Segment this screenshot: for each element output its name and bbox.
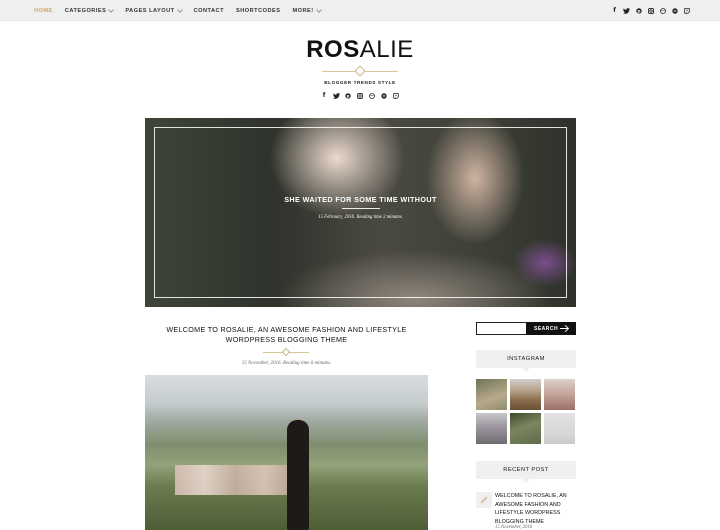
nav-item-label: PAGES LAYOUT	[125, 7, 175, 14]
dribbble-icon[interactable]	[369, 92, 376, 99]
nav-item-shortcodes[interactable]: SHORTCODES	[236, 8, 280, 14]
top-navigation-bar: HOME CATEGORIES PAGES LAYOUT CONTACT SHO…	[0, 0, 720, 21]
nav-item-label: HOME	[34, 7, 53, 14]
instagram-photo[interactable]	[510, 413, 541, 444]
top-social-links: f p	[606, 0, 690, 21]
recent-post-widget-title: RECENT POST	[476, 461, 576, 483]
twitter-icon[interactable]	[623, 7, 630, 14]
nav-item-pages-layout[interactable]: PAGES LAYOUT	[125, 6, 183, 14]
instagram-widget-title: INSTAGRAM	[476, 350, 576, 372]
instagram-icon[interactable]	[357, 92, 364, 99]
recent-post-title[interactable]: WELCOME TO ROSALIE, AN AWESOME FASHION A…	[495, 492, 577, 526]
pencil-icon	[476, 492, 492, 508]
widget-title-label: RECENT POST	[503, 467, 549, 473]
hero-divider	[342, 208, 380, 209]
nav-item-more[interactable]: MORE!	[292, 6, 322, 14]
twitch-icon[interactable]	[683, 7, 690, 14]
site-tagline: BLOGGER TRENDS STYLE	[324, 80, 396, 85]
site-logo[interactable]: ROSALIE	[0, 36, 720, 64]
pinterest-icon[interactable]: p	[635, 7, 642, 14]
hero-title[interactable]: SHE WAITED FOR SOME TIME WITHOUT	[145, 195, 576, 204]
chevron-down-icon	[315, 6, 322, 13]
svg-text:p: p	[347, 93, 350, 98]
nav-item-contact[interactable]: CONTACT	[194, 8, 224, 14]
nav-item-label: CONTACT	[193, 7, 224, 14]
search-button[interactable]: SEARCH	[526, 322, 576, 335]
diamond-ornament-icon	[281, 347, 291, 357]
post-title[interactable]: WELCOME TO ROSALIE, AN AWESOME FASHION A…	[145, 325, 428, 345]
spotify-icon[interactable]	[381, 92, 388, 99]
recent-post-date: 15 November, 2016	[495, 525, 533, 530]
instagram-icon[interactable]	[647, 7, 654, 14]
search-button-label: SEARCH	[534, 325, 559, 332]
dribbble-icon[interactable]	[659, 7, 666, 14]
logo-bold-part: ROS	[306, 36, 360, 63]
instagram-photo[interactable]	[544, 413, 575, 444]
spotify-icon[interactable]	[671, 7, 678, 14]
pinterest-icon[interactable]: p	[345, 92, 352, 99]
chevron-down-icon	[176, 6, 183, 13]
instagram-photo[interactable]	[544, 379, 575, 410]
nav-item-categories[interactable]: CATEGORIES	[64, 6, 115, 14]
instagram-photo[interactable]	[510, 379, 541, 410]
nav-item-label: CATEGORIES	[64, 7, 107, 14]
image-town-detail	[175, 465, 295, 495]
logo-light-part: ALIE	[359, 36, 414, 63]
instagram-photo[interactable]	[476, 379, 507, 410]
twitch-icon[interactable]	[393, 92, 400, 99]
chevron-down-icon	[108, 6, 115, 13]
image-person	[287, 420, 309, 530]
nav-item-label: SHORTCODES	[236, 7, 281, 14]
widget-title-label: INSTAGRAM	[507, 356, 545, 362]
nav-item-home[interactable]: HOME	[34, 8, 53, 14]
post-meta: 15 November, 2016. Reading time 6 minute…	[241, 361, 332, 366]
search-input[interactable]	[476, 322, 527, 335]
featured-slider[interactable]: SHE WAITED FOR SOME TIME WITHOUT 15 Febr…	[145, 118, 576, 307]
svg-text:p: p	[637, 8, 640, 13]
facebook-icon[interactable]: f	[321, 92, 328, 99]
post-featured-image[interactable]	[145, 375, 428, 530]
instagram-photo[interactable]	[476, 413, 507, 444]
instagram-grid	[476, 379, 576, 444]
hero-meta: 15 February, 2016. Reading time 2 minute…	[318, 215, 403, 220]
twitter-icon[interactable]	[332, 92, 340, 99]
header-social-links: f p	[0, 92, 720, 99]
main-menu: HOME CATEGORIES PAGES LAYOUT CONTACT SHO…	[34, 0, 333, 21]
nav-item-label: MORE!	[292, 7, 314, 14]
hero-frame	[154, 127, 567, 298]
diamond-ornament-icon	[354, 65, 366, 77]
arrow-right-icon	[560, 328, 568, 329]
facebook-icon[interactable]: f	[611, 7, 618, 14]
